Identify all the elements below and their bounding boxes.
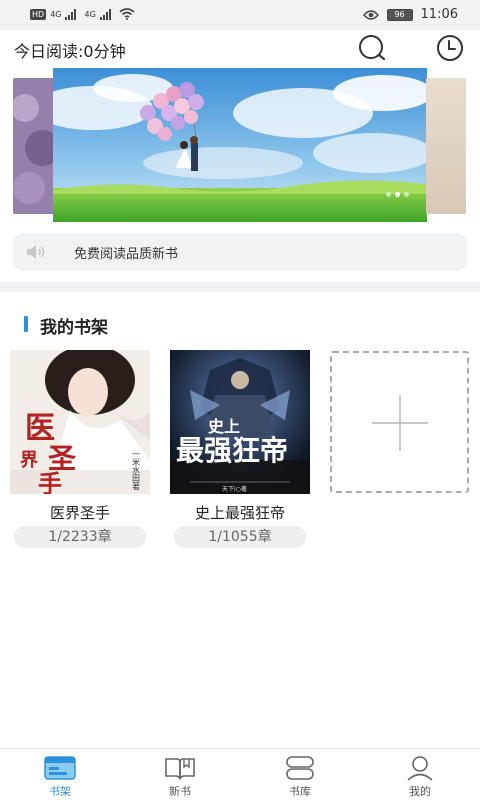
book-cover[interactable]: 医 界 圣 手 一米水田著 (10, 350, 150, 494)
battery-indicator: 96 (386, 8, 413, 21)
tab-label: 书库 (289, 785, 311, 798)
book-cover-image: 医 界 圣 手 一米水田著 (10, 350, 150, 494)
status-right: 96 11:06 (362, 7, 458, 22)
bottom-nav: 书架 新书 书库 我的 (0, 748, 480, 800)
tab-label: 新书 (169, 785, 191, 798)
search-button[interactable] (356, 33, 388, 63)
cover-title-char: 医 (25, 411, 55, 446)
banner-prev-slide[interactable] (13, 78, 55, 214)
status-left: HD 4G 4G (30, 8, 135, 20)
book-progress: 1/2233章 (14, 526, 146, 548)
book-item[interactable]: 史上 最强狂帝 天下I○著 史上最强狂帝 1/1055章 (170, 350, 310, 548)
book-cover[interactable]: 史上 最强狂帝 天下I○著 (170, 350, 310, 494)
banner-dot (386, 192, 391, 197)
banner-carousel[interactable] (0, 68, 480, 222)
signal-icon (65, 8, 77, 20)
tab-profile[interactable]: 我的 (380, 749, 460, 800)
book-item[interactable]: 医 界 圣 手 一米水田著 医界圣手 1/2233章 (10, 350, 150, 548)
banner-indicator (386, 192, 409, 197)
banner-dot (404, 192, 409, 197)
banner-illustration (53, 68, 427, 222)
cover-author: 天下I○著 (222, 485, 247, 493)
cover-title-char: 界 (20, 450, 38, 471)
clock: 11:06 (420, 7, 458, 22)
cover-title-char: 手 (38, 469, 62, 494)
search-icon (359, 35, 386, 61)
banner-next-slide[interactable] (426, 78, 466, 214)
section-divider (0, 282, 480, 292)
app-screen: HD 4G 4G 96 11:06 今日阅读:0分钟 免费阅读品质新书 我的书架… (0, 0, 480, 800)
tab-new-books[interactable]: 新书 (140, 749, 220, 800)
hd-badge: HD (30, 8, 47, 20)
banner-current-slide[interactable] (53, 68, 427, 222)
reading-time-today: 今日阅读:0分钟 (14, 42, 126, 61)
speaker-icon (27, 245, 45, 259)
cover-title: 最强狂帝 (176, 434, 288, 467)
wifi-icon (119, 8, 135, 20)
banner-prev-image (13, 78, 55, 214)
bookshelf-icon (44, 756, 76, 780)
history-button[interactable] (434, 33, 466, 63)
add-book-button[interactable] (330, 351, 469, 493)
section-accent-bar (24, 316, 28, 332)
status-bar: HD 4G 4G 96 11:06 (0, 0, 480, 30)
library-icon (286, 756, 314, 780)
network-type-2: 4G (84, 9, 96, 19)
clock-history-icon (437, 35, 463, 61)
tab-label: 书架 (49, 785, 71, 798)
bookshelf-title: 我的书架 (40, 318, 108, 338)
user-icon (407, 756, 433, 781)
book-progress: 1/1055章 (174, 526, 306, 548)
tab-library[interactable]: 书库 (260, 749, 340, 800)
banner-dot-active (395, 192, 400, 197)
tab-bookshelf[interactable]: 书架 (20, 749, 100, 800)
header: 今日阅读:0分钟 (0, 30, 480, 66)
cover-author: 一米水田著 (132, 450, 141, 491)
book-cover-image: 史上 最强狂帝 天下I○著 (170, 350, 310, 494)
book-title: 史上最强狂帝 (194, 504, 285, 522)
plus-icon-vertical (399, 395, 401, 451)
eye-icon (362, 9, 379, 20)
announcement-text: 免费阅读品质新书 (74, 247, 179, 262)
tab-label: 我的 (409, 785, 431, 798)
open-book-icon (165, 758, 195, 780)
announcement-bar[interactable]: 免费阅读品质新书 (13, 233, 467, 271)
book-title: 医界圣手 (49, 504, 110, 522)
signal-icon-2 (99, 8, 111, 20)
network-type-1: 4G (50, 9, 62, 19)
